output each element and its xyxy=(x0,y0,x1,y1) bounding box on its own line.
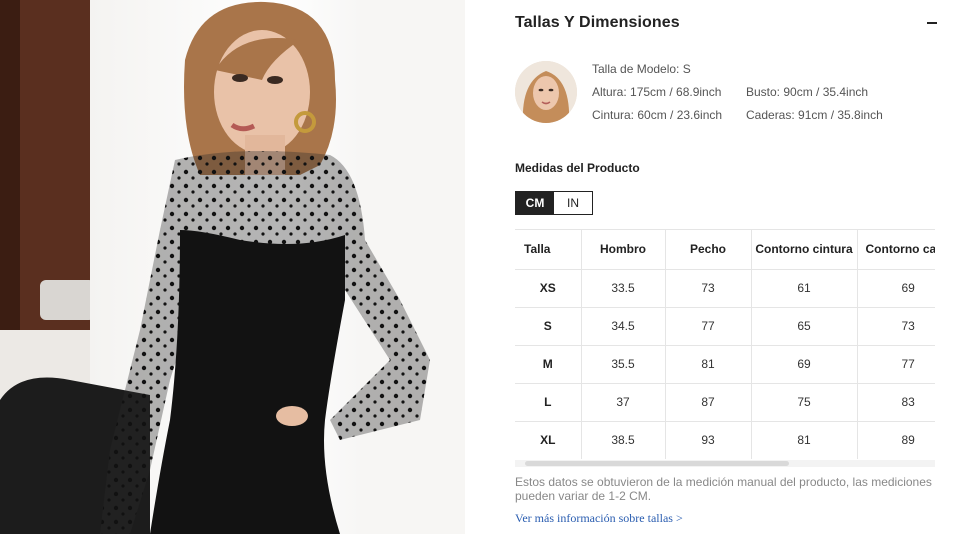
table-cell: 33.5 xyxy=(581,269,666,308)
model-waist: Cintura: 60cm / 23.6inch xyxy=(592,108,723,122)
table-cell: 87 xyxy=(665,383,752,422)
unit-in-button[interactable]: IN xyxy=(554,192,592,214)
table-row: L 37 87 75 83 xyxy=(515,383,935,422)
product-measurements-title: Medidas del Producto xyxy=(515,161,640,175)
table-cell: 83 xyxy=(857,383,935,422)
model-avatar-image xyxy=(515,61,577,123)
size-guide-title: Tallas Y Dimensiones xyxy=(515,14,680,31)
col-header-contorno-cintura: Contorno cintura xyxy=(751,230,858,270)
model-height: Altura: 175cm / 68.9inch xyxy=(592,85,722,99)
table-row: M 35.5 81 69 77 xyxy=(515,345,935,384)
model-bust: Busto: 90cm / 35.4inch xyxy=(746,85,869,99)
unit-cm-button[interactable]: CM xyxy=(516,192,554,214)
table-cell: 37 xyxy=(581,383,666,422)
table-cell: 34.5 xyxy=(581,307,666,346)
col-header-contorno-caderas: Contorno caderas xyxy=(857,230,935,270)
unit-toggle: CM IN xyxy=(515,191,593,215)
size-guide-panel: Tallas Y Dimensiones Talla de Modelo: S … xyxy=(465,0,965,534)
size-info-link[interactable]: Ver más información sobre tallas > xyxy=(515,511,683,526)
table-cell: 73 xyxy=(857,307,935,346)
col-header-talla: Talla xyxy=(515,230,582,270)
size-label: XL xyxy=(515,421,582,459)
size-table: Talla Hombro Pecho Contorno cintura Cont… xyxy=(515,230,935,459)
table-cell: 35.5 xyxy=(581,345,666,384)
table-row: XL 38.5 93 81 89 xyxy=(515,421,935,459)
table-cell: 77 xyxy=(857,345,935,384)
size-label: L xyxy=(515,383,582,422)
col-header-hombro: Hombro xyxy=(581,230,666,270)
table-cell: 77 xyxy=(665,307,752,346)
size-guide-header[interactable]: Tallas Y Dimensiones xyxy=(515,12,937,34)
size-label: XS xyxy=(515,269,582,308)
table-scrollbar-thumb[interactable] xyxy=(525,461,789,466)
model-avatar xyxy=(515,61,577,123)
minus-icon[interactable] xyxy=(927,22,937,24)
size-table-header: Talla Hombro Pecho Contorno cintura Cont… xyxy=(515,230,935,270)
product-photo[interactable] xyxy=(0,0,465,534)
table-cell: 38.5 xyxy=(581,421,666,459)
size-label: S xyxy=(515,307,582,346)
table-cell: 75 xyxy=(751,383,858,422)
size-label: M xyxy=(515,345,582,384)
table-cell: 69 xyxy=(857,269,935,308)
model-row-size: Talla de Modelo: S xyxy=(592,58,883,81)
table-cell: 89 xyxy=(857,421,935,459)
table-row: S 34.5 77 65 73 xyxy=(515,307,935,346)
table-row: XS 33.5 73 61 69 xyxy=(515,269,935,308)
model-hips: Caderas: 91cm / 35.8inch xyxy=(746,108,883,122)
table-cell: 61 xyxy=(751,269,858,308)
model-row-1: Altura: 175cm / 68.9inch Busto: 90cm / 3… xyxy=(592,81,883,104)
table-cell: 73 xyxy=(665,269,752,308)
model-size: Talla de Modelo: S xyxy=(592,62,691,76)
measurement-note: Estos datos se obtuvieron de la medición… xyxy=(515,475,932,503)
product-photo-illustration xyxy=(0,0,465,534)
table-cell: 81 xyxy=(751,421,858,459)
table-cell: 65 xyxy=(751,307,858,346)
model-row-2: Cintura: 60cm / 23.6inch Caderas: 91cm /… xyxy=(592,104,883,127)
table-cell: 69 xyxy=(751,345,858,384)
table-cell: 81 xyxy=(665,345,752,384)
size-table-scroll[interactable]: Talla Hombro Pecho Contorno cintura Cont… xyxy=(515,229,935,459)
col-header-pecho: Pecho xyxy=(665,230,752,270)
table-cell: 93 xyxy=(665,421,752,459)
model-measurements: Talla de Modelo: S Altura: 175cm / 68.9i… xyxy=(592,58,883,127)
